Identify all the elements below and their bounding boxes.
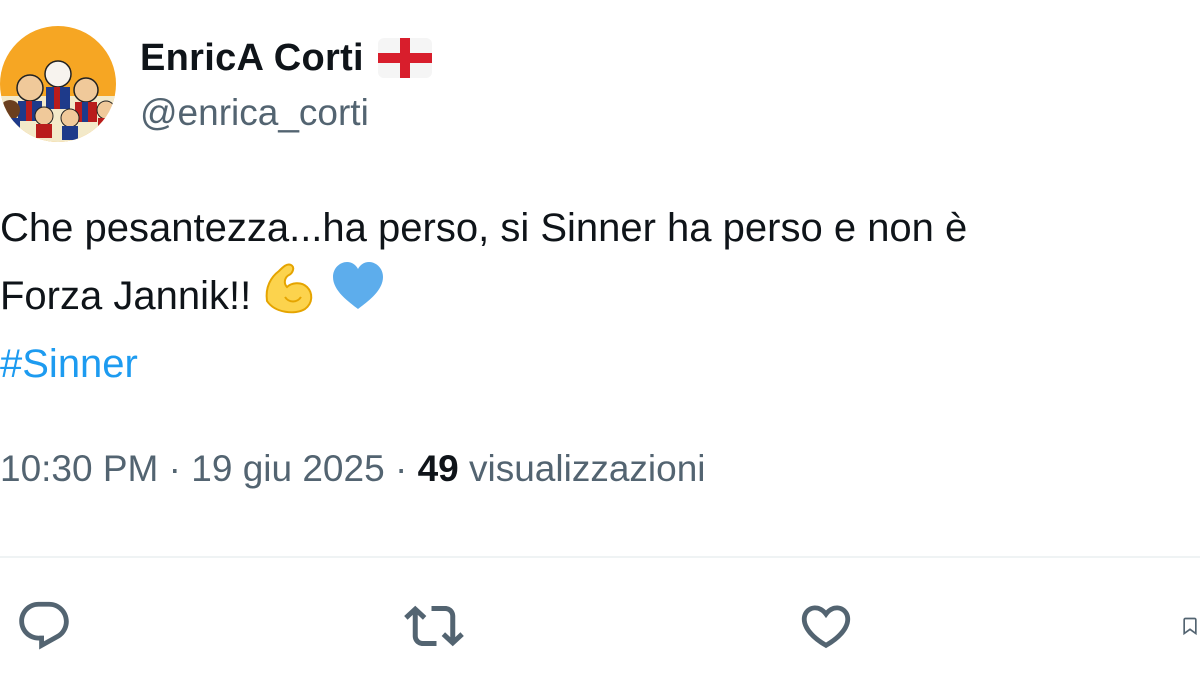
avatar-image xyxy=(0,26,116,142)
author-name-row: EnricA Corti xyxy=(140,30,432,86)
meta-separator: · xyxy=(168,448,181,489)
england-flag-icon xyxy=(377,38,432,78)
tweet-meta: 10:30 PM · 19 giu 2025 · 49 visualizzazi… xyxy=(0,448,706,490)
hashtag-line: #Sinner xyxy=(0,330,1200,398)
author-display-name[interactable]: EnricA Corti xyxy=(140,37,364,80)
bookmark-icon xyxy=(1183,617,1197,636)
reply-button[interactable] xyxy=(14,596,74,656)
hashtag-link[interactable]: #Sinner xyxy=(0,330,138,398)
tweet-time[interactable]: 10:30 PM xyxy=(0,448,158,489)
retweet-icon xyxy=(404,605,464,647)
reply-icon xyxy=(19,601,69,650)
meta-separator: · xyxy=(394,448,408,489)
blue-heart-icon xyxy=(329,257,387,336)
retweet-button[interactable] xyxy=(404,596,464,656)
like-button[interactable] xyxy=(796,596,856,656)
avatar[interactable] xyxy=(0,26,116,142)
tweet-date[interactable]: 19 giu 2025 xyxy=(191,448,384,489)
divider xyxy=(0,556,1200,558)
flexed-biceps-icon xyxy=(261,257,319,336)
bookmark-button[interactable] xyxy=(1180,596,1200,656)
views-count: 49 xyxy=(417,448,459,489)
tweet-text-line-2: Forza Jannik!! xyxy=(0,261,1200,330)
tweet-text-line-1: Che pesantezza...ha perso, si Sinner ha … xyxy=(0,206,968,250)
tweet-text: Che pesantezza...ha perso, si Sinner ha … xyxy=(0,194,1200,398)
like-icon xyxy=(801,605,851,649)
tweet-text-line-2-text: Forza Jannik!! xyxy=(0,274,252,318)
author-handle[interactable]: @enrica_corti xyxy=(140,92,369,134)
views-label: visualizzazioni xyxy=(469,448,706,489)
tweet-card: EnricA Corti @enrica_corti Che pesantezz… xyxy=(0,0,1200,675)
